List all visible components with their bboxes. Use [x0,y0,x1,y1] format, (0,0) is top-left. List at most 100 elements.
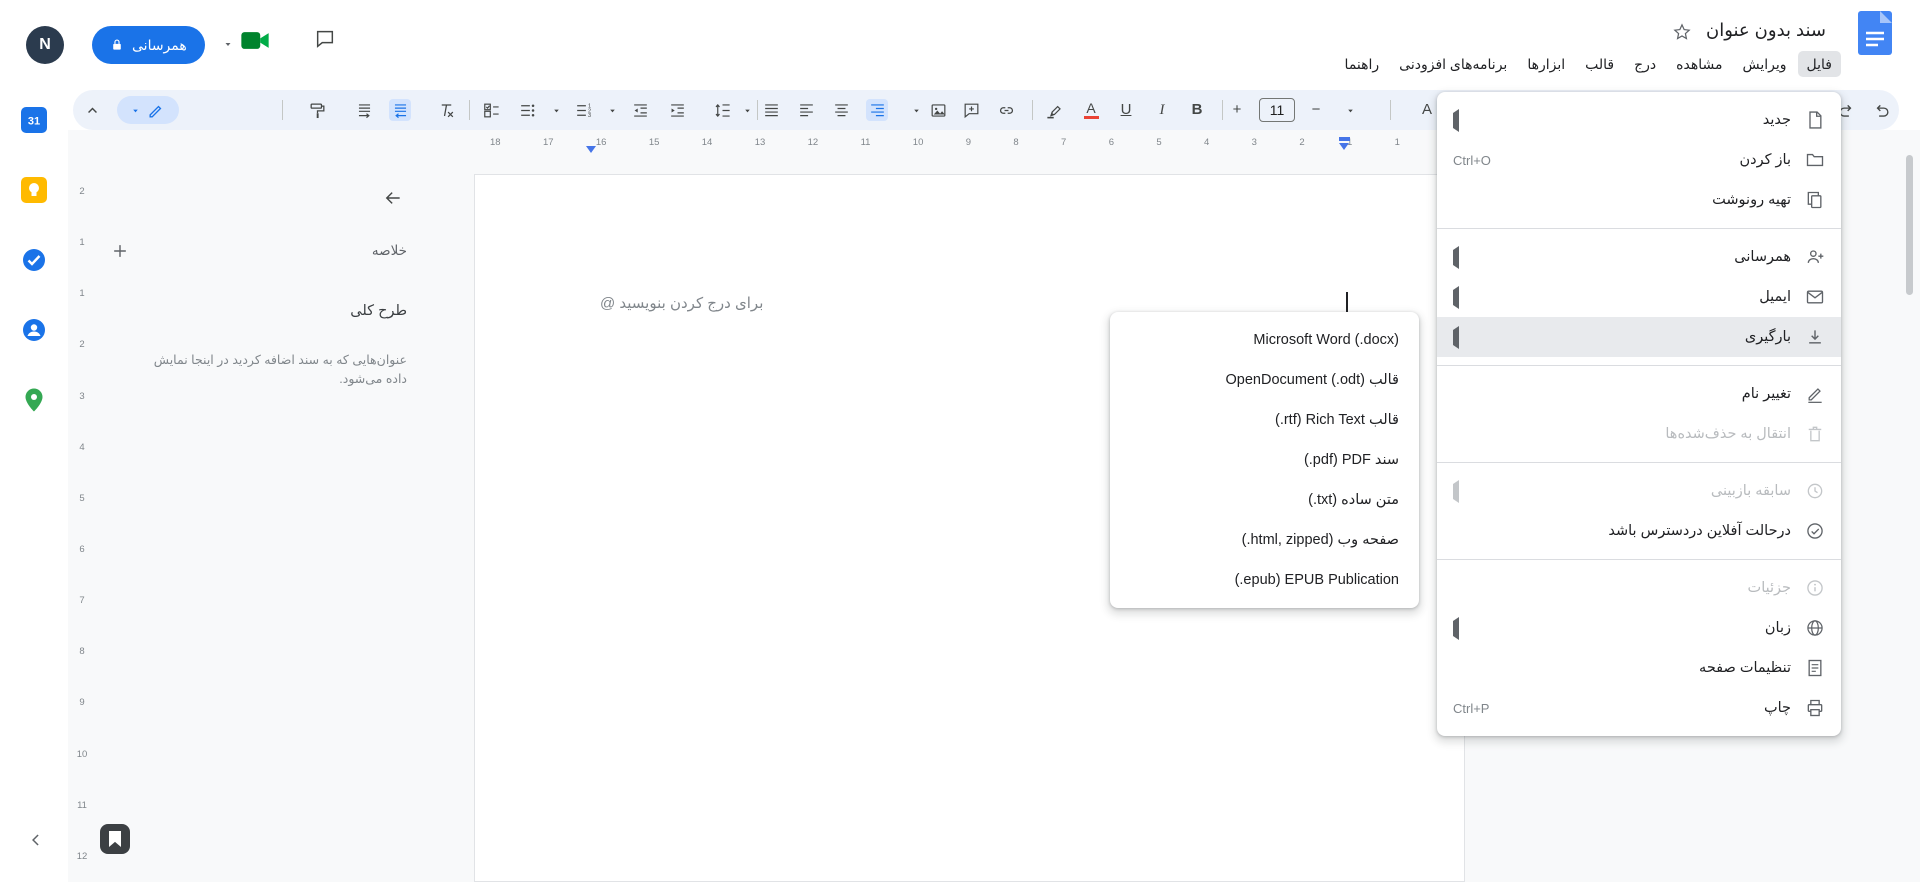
contacts-icon[interactable] [21,317,47,343]
scrollbar-thumb[interactable] [1906,155,1913,295]
alignment-caret-icon[interactable] [905,99,927,121]
line-spacing-caret-icon[interactable] [736,99,758,121]
pencil-icon[interactable] [145,99,167,121]
outline-label[interactable]: طرح کلی [350,303,407,319]
new-document-icon [1805,110,1825,130]
submenu-item-txt[interactable]: (.txt) متن ساده [1110,480,1419,520]
collapse-rail-chevron[interactable] [26,830,46,850]
add-comment-button[interactable] [960,99,982,121]
menu-edit[interactable]: ویرایش [1734,51,1796,77]
menu-item-print[interactable]: چاپ Ctrl+P [1437,688,1841,728]
increase-indent-button[interactable] [666,99,688,121]
align-justify-button[interactable] [760,99,782,121]
line-spacing-button[interactable] [711,99,733,121]
menu-item-share[interactable]: همرسانی [1437,237,1841,277]
italic-button[interactable]: I [1151,99,1173,121]
submenu-item-odt[interactable]: OpenDocument (.odt) قالب [1110,360,1419,400]
avatar[interactable]: N [26,26,64,64]
bold-button[interactable]: B [1186,99,1208,121]
globe-icon [1805,618,1825,638]
bookmark-icon[interactable] [100,824,130,854]
menu-item-page-setup[interactable]: تنظیمات صفحه [1437,648,1841,688]
maps-icon[interactable] [21,387,47,413]
paint-format-button[interactable] [306,99,328,121]
align-center-button[interactable] [830,99,852,121]
collapse-panel-button[interactable] [383,188,403,208]
align-right-button[interactable] [866,99,888,121]
clear-formatting-button[interactable] [435,99,457,121]
font-caret-icon[interactable] [1339,99,1361,121]
submenu-arrow-icon [1453,479,1459,503]
google-docs-logo[interactable] [1858,11,1892,55]
ruler-number: 6 [1108,137,1114,148]
increase-font-size-button[interactable]: + [1226,99,1248,121]
menu-item-details: جزئیات [1437,568,1841,608]
menu-item-rename[interactable]: تغییر نام [1437,374,1841,414]
star-icon[interactable] [1672,22,1692,42]
menu-file[interactable]: فایل [1797,51,1841,77]
submenu-item-docx[interactable]: Microsoft Word (.docx) [1110,320,1419,360]
type-at-hint: برای درج کردن بنویسید @ [600,295,764,312]
first-line-indent-marker[interactable] [1339,137,1350,141]
menu-help[interactable]: راهنما [1336,51,1389,77]
menu-item-new[interactable]: جدید [1437,100,1841,140]
download-submenu: Microsoft Word (.docx) OpenDocument (.od… [1110,312,1419,608]
checklist-button[interactable] [480,99,502,121]
underline-button[interactable]: U [1115,99,1137,121]
numbered-list-caret-icon[interactable] [601,99,623,121]
vertical-ruler[interactable]: 2 1 1 2 3 4 5 6 7 8 9 10 11 12 [72,186,92,862]
menu-item-make-available-offline[interactable]: درحالت آفلاین دردسترس باشد [1437,511,1841,551]
bulleted-list-caret-icon[interactable] [545,99,567,121]
indent-marker-right[interactable] [1339,143,1349,150]
menu-format[interactable]: قالب [1576,51,1623,77]
font-family-selector[interactable]: A [1416,99,1438,121]
menu-item-email[interactable]: ایمیل [1437,277,1841,317]
submenu-item-html[interactable]: (.html, zipped) صفحه وب [1110,520,1419,560]
menu-tools[interactable]: ابزارها [1518,51,1574,77]
comment-history-icon[interactable] [314,28,336,50]
decrease-font-size-button[interactable]: − [1305,99,1327,121]
meet-caret-icon[interactable] [222,38,234,50]
person-add-icon [1805,247,1825,267]
menu-item-download[interactable]: بارگیری [1437,317,1841,357]
menu-extensions[interactable]: برنامه‌های افزودنی [1390,51,1516,77]
menu-insert[interactable]: درج [1625,51,1665,77]
bulleted-list-button[interactable] [516,99,538,121]
ruler-number: 7 [1061,137,1067,148]
insert-link-button[interactable] [995,99,1017,121]
share-button[interactable]: همرسانی [92,26,205,64]
ruler-number: 2 [79,339,85,351]
mode-caret-icon[interactable] [124,99,146,121]
keep-icon[interactable] [21,177,47,203]
meet-icon[interactable] [240,30,270,51]
submenu-arrow-icon [1453,616,1459,640]
ruler-number: 13 [754,137,766,148]
menu-item-make-copy[interactable]: تهیه رونوشت [1437,180,1841,220]
align-left-button[interactable] [795,99,817,121]
text-direction-rtl-button[interactable] [389,99,411,121]
submenu-arrow-icon [1453,325,1459,349]
document-title[interactable]: سند بدون عنوان [1706,20,1826,41]
horizontal-ruler[interactable]: 18 17 16 15 14 13 12 11 10 9 8 7 6 5 4 3 2 1 1 [490,137,1400,148]
numbered-list-button[interactable] [572,99,594,121]
calendar-icon[interactable]: 31 [21,107,47,133]
hide-menus-button[interactable] [81,99,103,121]
text-direction-ltr-button[interactable] [353,99,375,121]
submenu-item-pdf[interactable]: (.pdf) PDF سند [1110,440,1419,480]
indent-marker-left[interactable] [586,146,596,153]
text-color-button[interactable]: A [1080,99,1102,121]
decrease-indent-button[interactable] [629,99,651,121]
menu-item-version-history[interactable]: سابقه بازبینی [1437,471,1841,511]
menu-item-open[interactable]: باز کردن Ctrl+O [1437,140,1841,180]
highlight-color-button[interactable] [1043,99,1065,121]
submenu-item-rtf[interactable]: (.rtf) Rich Text قالب [1110,400,1419,440]
add-tab-button[interactable] [110,241,130,261]
undo-button[interactable] [1870,99,1892,121]
menu-item-language[interactable]: زبان [1437,608,1841,648]
tasks-icon[interactable] [21,247,47,273]
menu-view[interactable]: مشاهده [1667,51,1731,77]
submenu-item-epub[interactable]: (.epub) EPUB Publication [1110,560,1419,600]
font-size-input[interactable]: 11 [1259,98,1295,122]
insert-image-button[interactable] [927,99,949,121]
ruler-number: 2 [1299,137,1305,148]
